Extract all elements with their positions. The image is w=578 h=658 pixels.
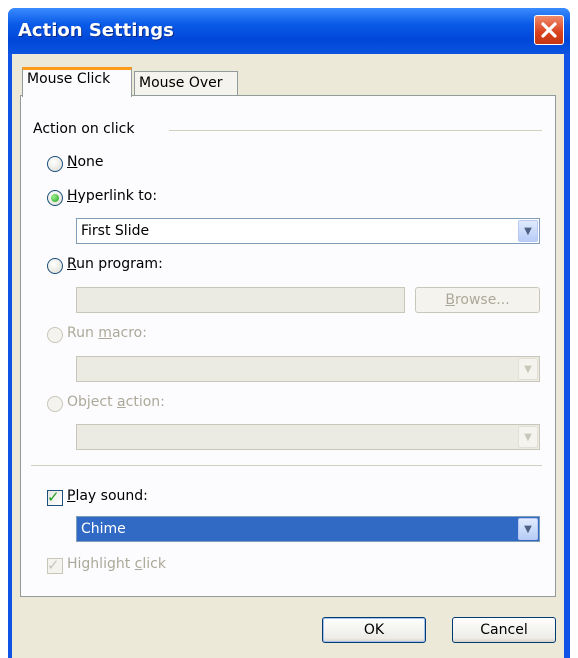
- close-icon: [541, 22, 557, 38]
- radio-selected-dot: [51, 194, 59, 202]
- tab-mouse-click[interactable]: Mouse Click: [22, 67, 132, 97]
- hyperlink-dropdown[interactable]: First Slide ▼: [76, 218, 540, 244]
- radio-run-macro-label[interactable]: Run macro:: [67, 325, 147, 341]
- chevron-down-icon[interactable]: ▼: [518, 518, 538, 540]
- object-action-dropdown[interactable]: ▼: [76, 424, 540, 450]
- chevron-down-icon[interactable]: ▼: [518, 358, 538, 380]
- tab-label: Mouse Over: [139, 75, 223, 91]
- radio-object-action[interactable]: [47, 396, 63, 412]
- sound-dropdown[interactable]: Chime ▼: [76, 516, 540, 542]
- tab-mouse-over[interactable]: Mouse Over: [134, 71, 238, 97]
- program-path-input[interactable]: [76, 287, 405, 313]
- sound-value: Chime: [81, 521, 126, 537]
- macro-dropdown[interactable]: ▼: [76, 356, 540, 382]
- hyperlink-value: First Slide: [81, 223, 150, 239]
- group-title: Action on click: [33, 121, 141, 137]
- tab-label: Mouse Click: [27, 71, 111, 87]
- play-sound-label[interactable]: Play sound:: [67, 488, 148, 504]
- chevron-down-icon[interactable]: ▼: [518, 426, 538, 448]
- dialog-body: Mouse Click Mouse Over Action on click N…: [12, 54, 564, 658]
- play-sound-checkbox[interactable]: ✓: [47, 488, 63, 506]
- radio-run-program-label[interactable]: Run program:: [67, 256, 163, 272]
- radio-run-program[interactable]: [47, 258, 63, 274]
- radio-object-action-label[interactable]: Object action:: [67, 394, 165, 410]
- radio-none-label[interactable]: None: [67, 154, 104, 170]
- section-divider: [31, 465, 542, 466]
- chevron-down-icon[interactable]: ▼: [518, 220, 538, 242]
- radio-none[interactable]: [47, 156, 63, 172]
- action-settings-dialog: Action Settings Mouse Click Mouse Over A…: [8, 8, 570, 658]
- ok-button[interactable]: OK: [322, 617, 426, 643]
- cancel-button[interactable]: Cancel: [452, 617, 556, 643]
- close-button[interactable]: [534, 15, 564, 45]
- radio-run-macro[interactable]: [47, 327, 63, 343]
- radio-hyperlink-label[interactable]: Hyperlink to:: [67, 188, 157, 204]
- dialog-title: Action Settings: [18, 20, 174, 41]
- browse-button[interactable]: Browse...: [415, 287, 540, 313]
- tab-panel: Action on click None Hyperlink to: First…: [20, 95, 556, 597]
- radio-hyperlink[interactable]: [47, 190, 63, 206]
- checkmark-icon: ✓: [47, 556, 60, 574]
- checkmark-icon: ✓: [47, 488, 60, 506]
- title-bar[interactable]: Action Settings: [8, 8, 570, 54]
- highlight-click-label[interactable]: Highlight click: [67, 556, 166, 572]
- highlight-click-checkbox[interactable]: ✓: [47, 556, 63, 574]
- group-divider: [169, 130, 542, 131]
